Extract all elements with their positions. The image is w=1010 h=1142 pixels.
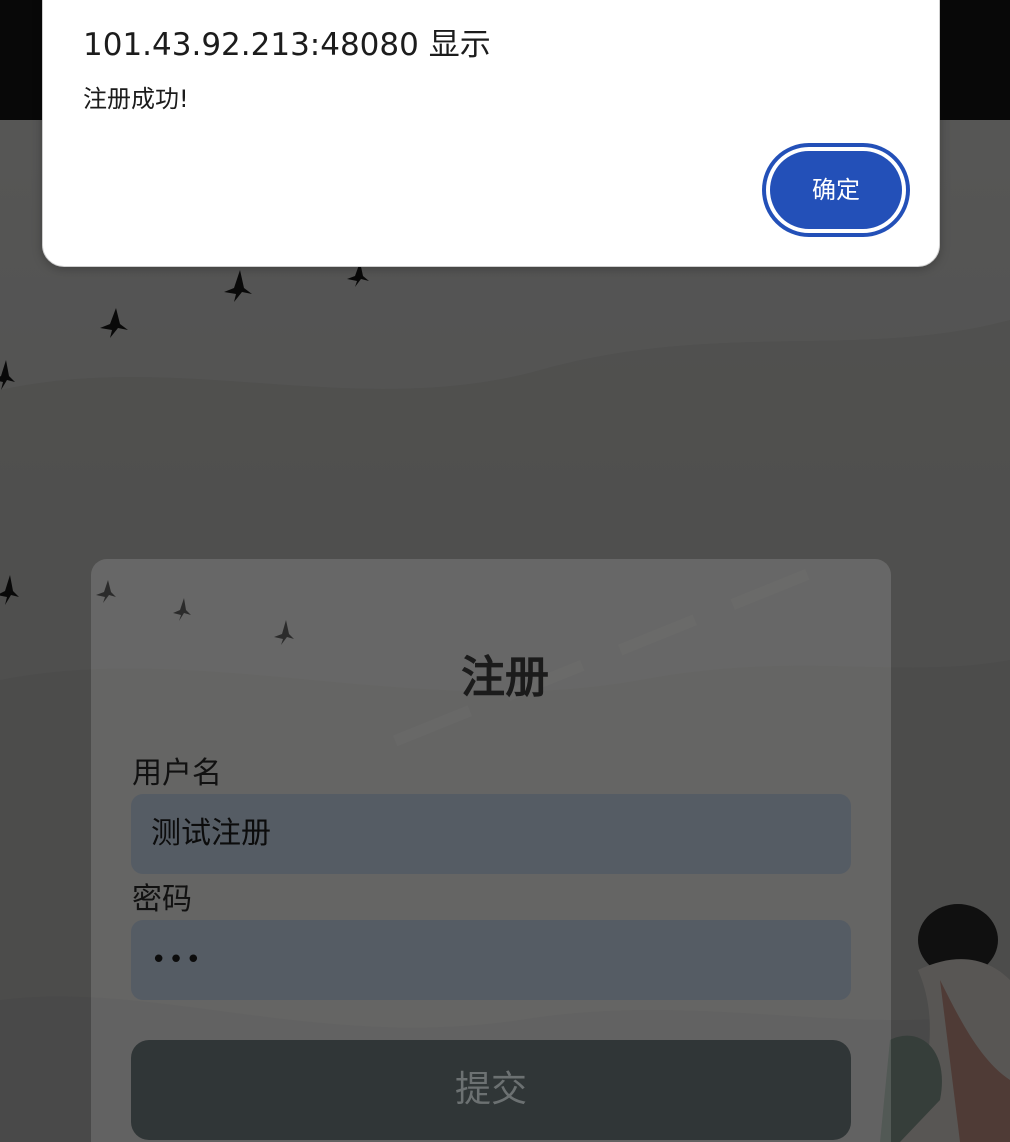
username-label: 用户名 (132, 756, 222, 791)
submit-button[interactable]: 提交 (131, 1040, 851, 1140)
password-label: 密码 (132, 882, 192, 917)
username-input[interactable]: 测试注册 (131, 794, 851, 874)
ok-button[interactable]: 确定 (766, 147, 906, 233)
password-input[interactable]: ••• (131, 920, 851, 1000)
alert-dialog: 101.43.92.213:48080 显示 注册成功! 确定 (42, 0, 940, 267)
register-title: 注册 (461, 652, 549, 703)
dialog-title: 101.43.92.213:48080 显示 (83, 27, 491, 63)
dialog-message: 注册成功! (83, 85, 189, 113)
